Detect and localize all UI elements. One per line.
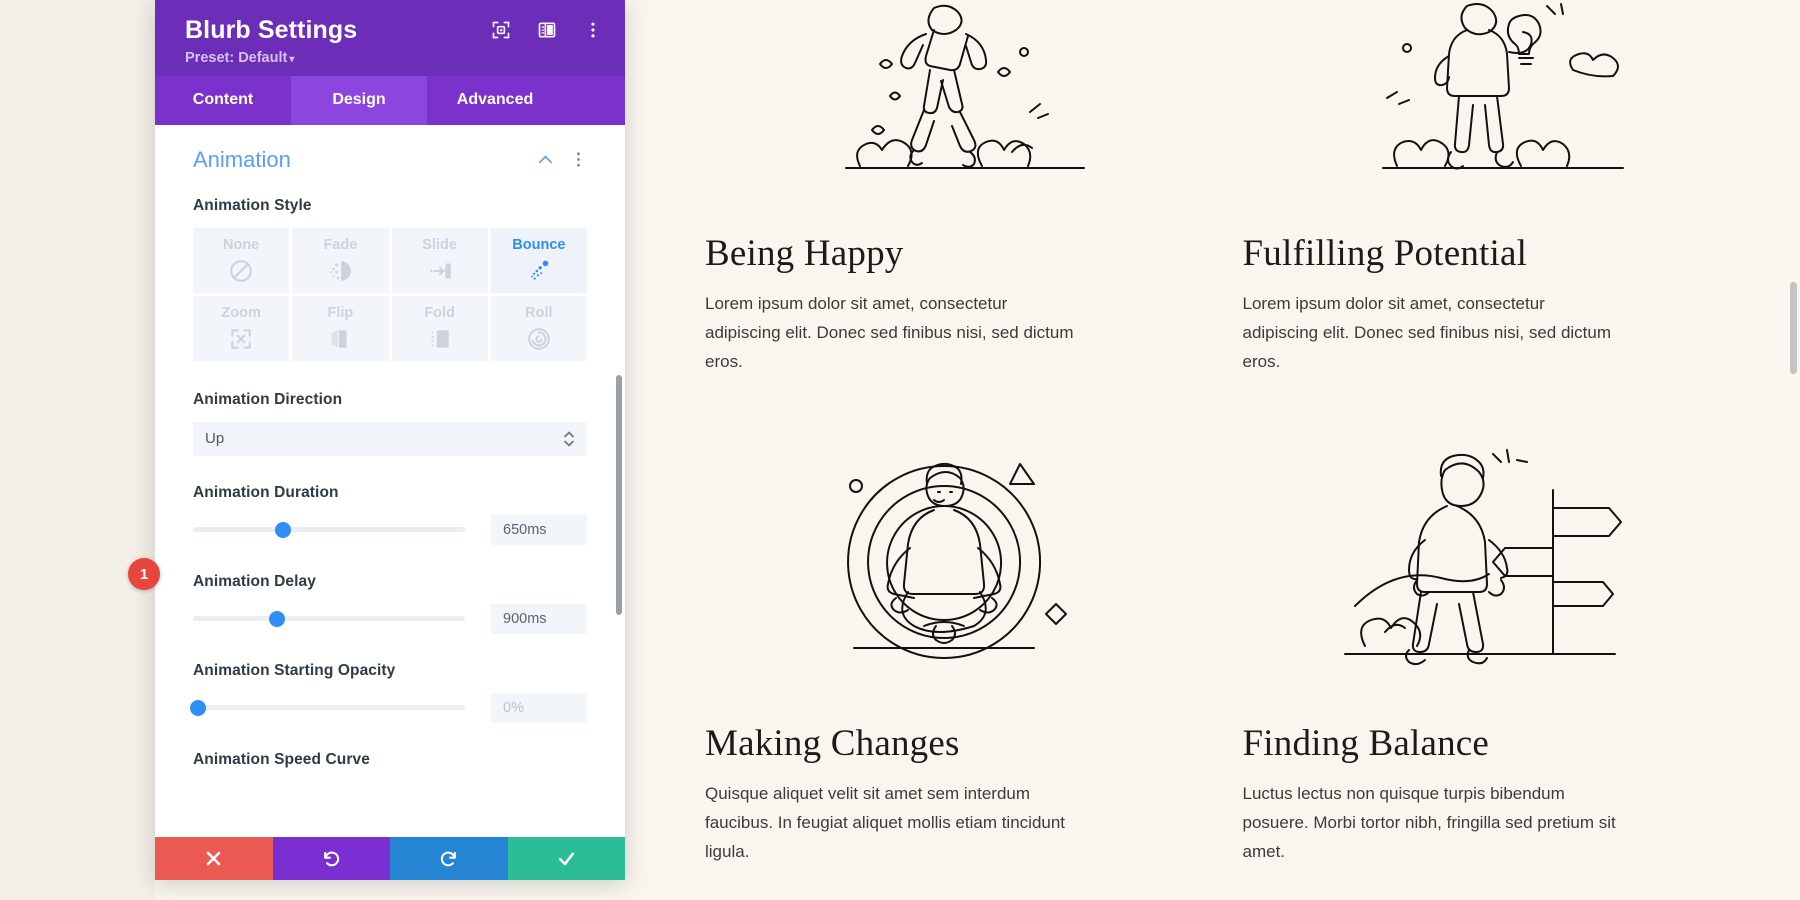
- animation-section-header: Animation: [193, 147, 587, 173]
- zoom-expand-icon: [231, 329, 251, 349]
- style-option-label: Fold: [424, 304, 455, 321]
- animation-direction-select[interactable]: Up: [193, 421, 587, 456]
- slider-knob[interactable]: [269, 610, 286, 627]
- animation-duration-slider[interactable]: [193, 521, 465, 539]
- select-arrows-icon: [564, 431, 574, 447]
- modal-header-icons: [491, 20, 603, 40]
- modal-tabs: Content Design Advanced: [155, 75, 625, 125]
- animation-direction-value: Up: [205, 430, 225, 448]
- style-option-label: None: [223, 236, 260, 253]
- person-at-signpost-illustration: [1243, 435, 1721, 690]
- undo-arrow-icon: [323, 851, 339, 867]
- bounce-arc-icon: [530, 260, 549, 280]
- slide-arrow-icon: [429, 263, 451, 279]
- redo-button[interactable]: [390, 837, 508, 880]
- card-text: Luctus lectus non quisque turpis bibendu…: [1242, 783, 1616, 862]
- more-vertical-icon[interactable]: [583, 20, 603, 40]
- blurb-settings-modal: Blurb Settings Preset: Default ▾ Content…: [155, 0, 625, 880]
- blurb-card: Fulfilling Potential Lorem ipsum dolor s…: [1243, 0, 1721, 377]
- style-option-label: Fade: [323, 236, 358, 253]
- check-icon: [558, 852, 574, 866]
- person-meditating-illustration: [705, 435, 1183, 690]
- card-title: Finding Balance: [1242, 722, 1490, 764]
- style-option-flip[interactable]: Flip: [292, 295, 389, 361]
- style-option-label: Flip: [327, 304, 354, 321]
- preset-selector[interactable]: Preset: Default ▾: [185, 50, 603, 66]
- modal-scrollbar[interactable]: [616, 374, 622, 615]
- animation-delay-slider[interactable]: [193, 610, 465, 628]
- style-option-zoom[interactable]: Zoom: [193, 295, 290, 361]
- style-option-bounce[interactable]: Bounce: [490, 227, 587, 293]
- animation-duration-label: Animation Duration: [193, 483, 339, 501]
- style-option-label: Slide: [422, 236, 457, 253]
- tab-advanced[interactable]: Advanced: [427, 76, 563, 125]
- slider-track: [193, 705, 465, 711]
- animation-speed-curve-label: Animation Speed Curve: [193, 750, 370, 768]
- modal-body: Animation Animation Style None Fade Slid…: [155, 124, 625, 837]
- section-title: Animation: [193, 146, 291, 172]
- animation-starting-opacity-slider[interactable]: [190, 699, 465, 717]
- card-text: Quisque aliquet velit sit amet sem inter…: [705, 783, 1066, 862]
- modal-header: Blurb Settings Preset: Default ▾: [155, 0, 625, 76]
- animation-style-label: Animation Style: [193, 196, 312, 214]
- slider-knob[interactable]: [274, 521, 291, 538]
- style-option-fold[interactable]: Fold: [391, 295, 488, 361]
- style-option-label: Roll: [525, 304, 553, 321]
- animation-delay-row: 900ms: [193, 603, 587, 634]
- person-holding-lightbulb-illustration: [1243, 0, 1721, 200]
- card-title: Being Happy: [705, 233, 904, 274]
- slider-track: [193, 616, 465, 622]
- card-title: Fulfilling Potential: [1242, 233, 1528, 274]
- animation-duration-row: 650ms: [193, 514, 587, 545]
- tab-content[interactable]: Content: [155, 76, 291, 125]
- animation-starting-opacity-value[interactable]: 0%: [491, 692, 587, 723]
- cancel-button[interactable]: [155, 837, 273, 880]
- more-vertical-icon[interactable]: [570, 151, 587, 168]
- step-badge: 1: [128, 558, 160, 590]
- blurb-card: Finding Balance Luctus lectus non quisqu…: [1243, 377, 1721, 867]
- animation-starting-opacity-row: 0%: [190, 692, 587, 723]
- left-gutter: [0, 0, 155, 900]
- focus-target-icon[interactable]: [491, 20, 511, 40]
- redo-arrow-icon: [441, 851, 457, 867]
- tab-design[interactable]: Design: [291, 75, 427, 125]
- layout-panel-icon[interactable]: [537, 20, 557, 40]
- blurb-card-grid: Being Happy Lorem ipsum dolor sit amet, …: [705, 0, 1720, 866]
- preset-label: Preset: Default: [185, 49, 288, 66]
- card-text: Lorem ipsum dolor sit amet, consectetur …: [1242, 294, 1612, 372]
- style-option-slide[interactable]: Slide: [391, 227, 488, 293]
- animation-delay-label: Animation Delay: [193, 572, 316, 590]
- animation-delay-value[interactable]: 900ms: [491, 603, 587, 634]
- style-option-label: Zoom: [221, 304, 261, 321]
- person-jumping-illustration: [705, 0, 1183, 200]
- flip-book-icon: [331, 330, 347, 348]
- blurb-card: Being Happy Lorem ipsum dolor sit amet, …: [705, 0, 1183, 377]
- slider-track: [193, 527, 465, 533]
- fade-dots-icon: [330, 261, 352, 281]
- animation-duration-value[interactable]: 650ms: [491, 514, 587, 545]
- chevron-down-icon: ▾: [289, 53, 295, 65]
- animation-starting-opacity-label: Animation Starting Opacity: [193, 661, 396, 679]
- close-x-icon: [206, 851, 221, 866]
- style-option-none[interactable]: None: [193, 227, 290, 293]
- style-option-roll[interactable]: Roll: [490, 295, 587, 361]
- chevron-up-icon[interactable]: [537, 151, 554, 168]
- undo-button[interactable]: [272, 837, 390, 880]
- animation-style-grid: None Fade Slide Bounce Zoom Flip Fold Ro…: [193, 227, 587, 361]
- roll-spiral-icon: [528, 328, 550, 350]
- no-entry-icon: [230, 259, 252, 282]
- blurb-card: Making Changes Quisque aliquet velit sit…: [705, 377, 1183, 867]
- card-title: Making Changes: [705, 722, 960, 764]
- animation-direction-label: Animation Direction: [193, 390, 343, 408]
- style-option-label: Bounce: [512, 236, 566, 253]
- save-button[interactable]: [507, 837, 625, 880]
- slider-knob[interactable]: [190, 699, 207, 716]
- screen-root: Being Happy Lorem ipsum dolor sit amet, …: [0, 0, 1800, 900]
- style-option-fade[interactable]: Fade: [292, 227, 389, 293]
- page-content: Being Happy Lorem ipsum dolor sit amet, …: [625, 0, 1800, 900]
- card-text: Lorem ipsum dolor sit amet, consectetur …: [705, 294, 1074, 372]
- fold-page-icon: [431, 330, 449, 348]
- modal-footer: [155, 837, 625, 880]
- page-scrollbar[interactable]: [1790, 282, 1797, 374]
